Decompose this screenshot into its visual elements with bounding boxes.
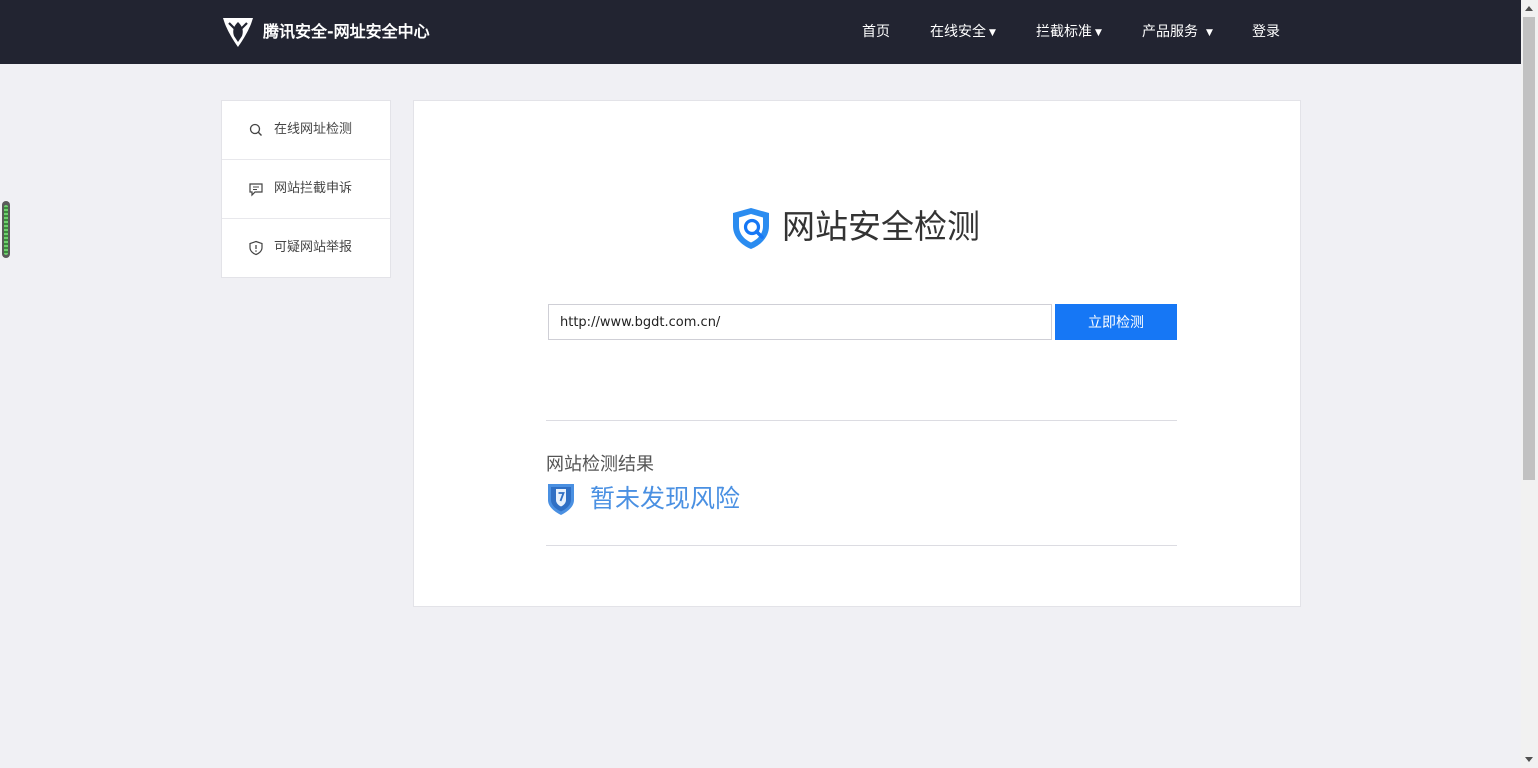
check-now-button[interactable]: 立即检测 (1055, 304, 1177, 340)
sidebar-item-label: 可疑网站举报 (274, 240, 353, 255)
main-panel (413, 100, 1301, 607)
nav-online-security-label: 在线安全 (930, 24, 986, 40)
divider (546, 545, 1177, 546)
top-navbar: 腾讯安全-网址安全中心 首页 在线安全 ▼ 拦截标准 ▼ 产品服务 ▼ 登录 (0, 0, 1521, 64)
shield-search-icon (733, 208, 769, 249)
sidebar-item-url-check[interactable]: 在线网址检测 (222, 101, 390, 160)
chevron-down-icon: ▼ (989, 28, 996, 38)
chevron-down-icon: ▼ (1095, 28, 1102, 38)
sidebar-item-label: 在线网址检测 (274, 122, 353, 137)
scrollbar-thumb[interactable] (1523, 17, 1535, 480)
nav-products-label: 产品服务 (1142, 24, 1198, 40)
scroll-down-arrow-icon[interactable] (1525, 757, 1533, 762)
tencent-security-logo-icon[interactable] (220, 14, 256, 50)
search-icon (249, 123, 262, 136)
result-status-text: 暂未发现风险 (590, 484, 741, 513)
shield-alert-icon (249, 240, 263, 256)
result-label: 网站检测结果 (546, 454, 654, 475)
shield-question-icon (548, 484, 574, 515)
nav-products[interactable]: 产品服务 ▼ (1142, 20, 1213, 44)
nav-login-label: 登录 (1252, 24, 1280, 40)
nav-block-standard-label: 拦截标准 (1036, 24, 1092, 40)
nav-block-standard[interactable]: 拦截标准 ▼ (1036, 20, 1102, 44)
page-title: 网站安全检测 (782, 207, 980, 246)
nav-home[interactable]: 首页 (862, 20, 890, 44)
scroll-up-arrow-icon[interactable] (1525, 6, 1533, 11)
site-brand-title[interactable]: 腾讯安全-网址安全中心 (263, 20, 430, 44)
url-input[interactable] (548, 304, 1052, 340)
nav-login[interactable]: 登录 (1252, 20, 1280, 44)
divider (546, 420, 1177, 421)
sidebar-item-label: 网站拦截申诉 (274, 181, 353, 196)
chevron-down-icon: ▼ (1206, 28, 1213, 38)
sidebar-item-block-appeal[interactable]: 网站拦截申诉 (222, 160, 390, 219)
chat-icon (249, 183, 263, 197)
side-handle-grip-icon (4, 205, 8, 255)
nav-home-label: 首页 (862, 24, 890, 40)
nav-online-security[interactable]: 在线安全 ▼ (930, 20, 996, 44)
sidebar: 在线网址检测 网站拦截申诉 可疑网站举报 (221, 100, 391, 278)
sidebar-item-report-suspicious[interactable]: 可疑网站举报 (222, 219, 390, 277)
